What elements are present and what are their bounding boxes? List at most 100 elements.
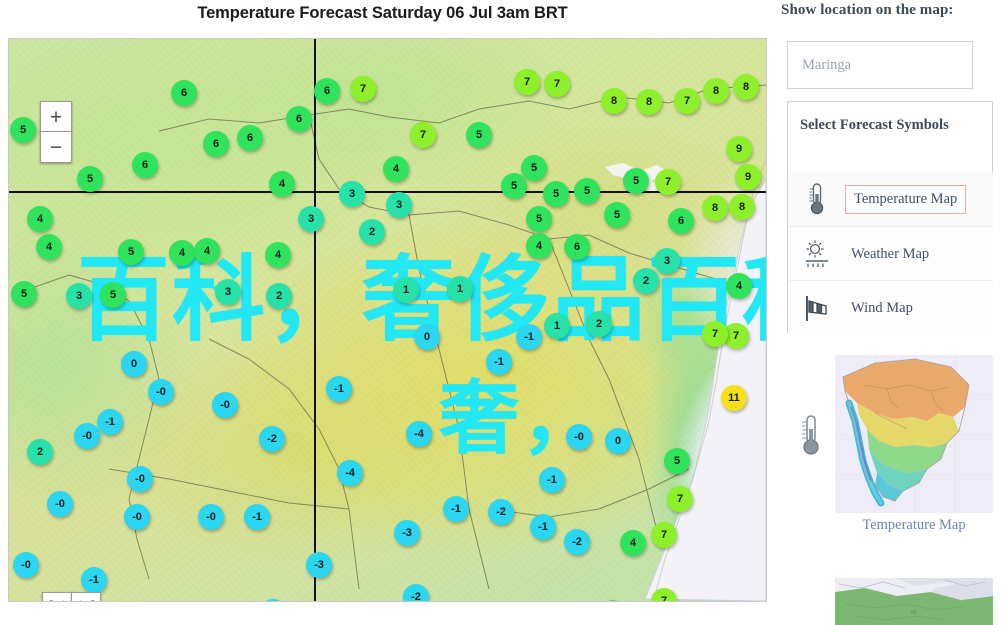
symbol-item-wind-map[interactable]: Wind Map bbox=[789, 280, 993, 335]
temperature-marker[interactable]: 6 bbox=[668, 208, 694, 234]
temperature-marker[interactable]: -1 bbox=[97, 409, 123, 435]
temperature-marker[interactable]: 5 bbox=[11, 281, 37, 307]
temperature-marker[interactable]: 2 bbox=[633, 268, 659, 294]
temperature-marker[interactable]: 3 bbox=[339, 181, 365, 207]
temperature-marker[interactable]: 6 bbox=[286, 106, 312, 132]
temperature-marker[interactable]: 0 bbox=[605, 428, 631, 454]
temperature-marker[interactable]: 0 bbox=[414, 324, 440, 350]
temperature-marker[interactable]: -1 bbox=[81, 567, 107, 593]
temperature-marker[interactable]: 6 bbox=[203, 131, 229, 157]
symbol-item-weather-map[interactable]: Weather Map bbox=[789, 226, 993, 281]
temperature-marker[interactable]: -0 bbox=[148, 379, 174, 405]
temperature-marker[interactable]: -4 bbox=[406, 421, 432, 447]
temperature-marker[interactable]: 3 bbox=[386, 192, 412, 218]
temperature-marker[interactable]: -0 bbox=[566, 424, 592, 450]
temperature-marker[interactable]: 7 bbox=[674, 88, 700, 114]
temperature-marker[interactable]: 4 bbox=[269, 171, 295, 197]
temperature-marker[interactable]: 4 bbox=[27, 206, 53, 232]
zoom-out-button[interactable]: − bbox=[40, 131, 72, 163]
temperature-marker[interactable]: 3 bbox=[66, 283, 92, 309]
temperature-marker[interactable]: 1 bbox=[544, 313, 570, 339]
temperature-marker[interactable]: 6 bbox=[237, 125, 263, 151]
temperature-marker[interactable]: 7 bbox=[655, 169, 681, 195]
temperature-marker[interactable]: 6 bbox=[564, 234, 590, 260]
temperature-marker[interactable]: 2 bbox=[359, 219, 385, 245]
zoom-in-button[interactable]: + bbox=[40, 101, 72, 132]
temperature-marker[interactable]: 2 bbox=[266, 283, 292, 309]
temperature-marker[interactable]: 7 bbox=[350, 76, 376, 102]
temperature-marker[interactable]: 5 bbox=[466, 122, 492, 148]
temperature-marker[interactable]: 8 bbox=[636, 89, 662, 115]
temperature-marker[interactable]: -0 bbox=[198, 504, 224, 530]
temperature-marker[interactable]: 6 bbox=[171, 80, 197, 106]
temperature-marker[interactable]: 4 bbox=[726, 273, 752, 299]
temperature-marker[interactable]: 5 bbox=[521, 155, 547, 181]
temperature-marker[interactable]: 3 bbox=[654, 248, 680, 274]
temperature-marker[interactable]: 1 bbox=[393, 277, 419, 303]
temperature-marker[interactable]: 7 bbox=[410, 122, 436, 148]
temperature-marker[interactable]: -3 bbox=[394, 520, 420, 546]
temperature-marker[interactable]: 5 bbox=[574, 178, 600, 204]
temperature-marker[interactable]: 7 bbox=[514, 69, 540, 95]
temperature-marker[interactable]: -2 bbox=[259, 426, 285, 452]
temperature-marker[interactable]: 5 bbox=[118, 239, 144, 265]
temperature-marker[interactable]: 8 bbox=[703, 78, 729, 104]
temperature-marker[interactable]: 2 bbox=[586, 311, 612, 337]
temperature-marker[interactable]: 6 bbox=[314, 78, 340, 104]
temperature-marker[interactable]: 5 bbox=[100, 282, 126, 308]
temperature-marker[interactable]: 0 bbox=[121, 351, 147, 377]
temperature-marker[interactable]: 5 bbox=[543, 181, 569, 207]
temperature-marker[interactable]: 4 bbox=[620, 530, 646, 556]
temperature-marker[interactable]: -1 bbox=[486, 349, 512, 375]
temperature-marker[interactable]: -0 bbox=[47, 491, 73, 517]
temperature-marker[interactable]: 7 bbox=[667, 486, 693, 512]
temperature-marker[interactable]: -4 bbox=[337, 460, 363, 486]
map-viewport[interactable]: 百科，奢侈品百科 奢， 5667778878866675596543435555… bbox=[8, 38, 767, 602]
temperature-marker[interactable]: -0 bbox=[124, 504, 150, 530]
temperature-marker[interactable]: 4 bbox=[265, 242, 291, 268]
temperature-marker[interactable]: -0 bbox=[212, 392, 238, 418]
temperature-marker[interactable]: 4 bbox=[194, 238, 220, 264]
symbol-item-temperature-map[interactable]: Temperature Map bbox=[789, 172, 993, 226]
temperature-marker[interactable]: 7 bbox=[544, 71, 570, 97]
temperature-marker[interactable]: 3 bbox=[298, 206, 324, 232]
temperature-marker[interactable]: 8 bbox=[729, 194, 755, 220]
step-forward-button[interactable] bbox=[71, 592, 101, 601]
temperature-marker[interactable]: 5 bbox=[10, 117, 36, 143]
temperature-marker[interactable]: 5 bbox=[526, 206, 552, 232]
temperature-marker[interactable]: -0 bbox=[127, 466, 153, 492]
temperature-marker[interactable]: 9 bbox=[735, 164, 761, 190]
temperature-marker[interactable]: 1 bbox=[447, 276, 473, 302]
thumbnail-secondary-map[interactable]: BR bbox=[787, 578, 993, 625]
temperature-marker[interactable]: -0 bbox=[13, 552, 39, 578]
temperature-marker[interactable]: 5 bbox=[623, 168, 649, 194]
thumbnail-temperature-map[interactable]: Temperature Map bbox=[787, 355, 993, 569]
temperature-marker[interactable]: 5 bbox=[604, 202, 630, 228]
temperature-marker[interactable]: 6 bbox=[132, 152, 158, 178]
temperature-marker[interactable]: 5 bbox=[501, 173, 527, 199]
temperature-marker[interactable]: -1 bbox=[539, 467, 565, 493]
temperature-marker[interactable]: -1 bbox=[244, 504, 270, 530]
temperature-marker[interactable]: -3 bbox=[306, 552, 332, 578]
temperature-marker[interactable]: 3 bbox=[215, 279, 241, 305]
temperature-marker[interactable]: 11 bbox=[721, 385, 747, 411]
temperature-marker[interactable]: -2 bbox=[564, 529, 590, 555]
temperature-marker[interactable]: -1 bbox=[530, 514, 556, 540]
temperature-marker[interactable]: 9 bbox=[726, 136, 752, 162]
temperature-marker[interactable]: -1 bbox=[443, 496, 469, 522]
temperature-marker[interactable]: 7 bbox=[702, 321, 728, 347]
temperature-marker[interactable]: 5 bbox=[664, 448, 690, 474]
temperature-marker[interactable]: 7 bbox=[651, 522, 677, 548]
temperature-marker[interactable]: 4 bbox=[36, 234, 62, 260]
temperature-marker[interactable]: -0 bbox=[74, 423, 100, 449]
temperature-marker[interactable]: -1 bbox=[516, 324, 542, 350]
temperature-marker[interactable]: 8 bbox=[601, 88, 627, 114]
temperature-marker[interactable]: -1 bbox=[326, 376, 352, 402]
temperature-marker[interactable]: 4 bbox=[383, 156, 409, 182]
temperature-marker[interactable]: -2 bbox=[488, 499, 514, 525]
temperature-marker[interactable]: 2 bbox=[27, 439, 53, 465]
temperature-marker[interactable]: 4 bbox=[169, 240, 195, 266]
temperature-marker[interactable]: 5 bbox=[77, 166, 103, 192]
temperature-marker[interactable]: 8 bbox=[733, 74, 759, 100]
location-search-input[interactable] bbox=[787, 41, 973, 89]
